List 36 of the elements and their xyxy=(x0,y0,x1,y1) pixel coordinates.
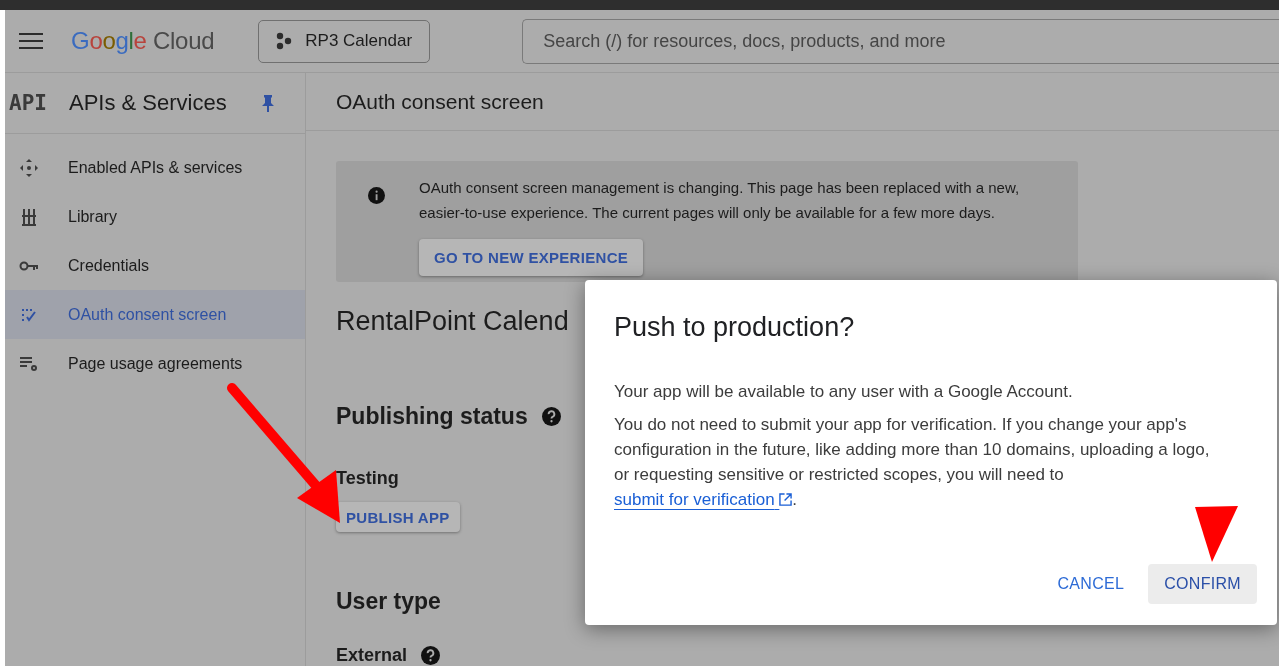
dialog-text: You do not need to submit your app for verification. If you change your app's configuration in the future, like adding more than 10 domains, uploading a logo, or requesting sensitive or restricted scopes, you will need to submit for verification . xyxy=(614,414,1211,511)
dialog-title: Push to production? xyxy=(614,312,856,343)
section-heading: User type xyxy=(336,588,441,615)
key-icon xyxy=(19,259,39,272)
api-label: API xyxy=(9,91,48,115)
nav-item[interactable]: Page usage agreements xyxy=(5,339,305,388)
confirm-button[interactable]: CONFIRM xyxy=(1148,564,1257,604)
project-icon xyxy=(275,32,294,50)
logo[interactable]: Google Cloud xyxy=(71,27,215,55)
info-icon xyxy=(368,187,385,204)
library-icon xyxy=(21,207,37,226)
help-icon[interactable] xyxy=(541,407,561,426)
app-name: RentalPoint Calend xyxy=(336,306,569,337)
dialog-text: Your app will be available to any user with a Google Account. xyxy=(614,381,1074,403)
pointer-arrowhead xyxy=(1195,506,1238,562)
notice-text: OAuth consent screen management is changing. This page has been replaced with a new, easier-to-use experience. The current pages will only be available for a few more days. xyxy=(419,178,1021,223)
project-picker[interactable]: RP3 Calendar xyxy=(258,19,431,63)
publish-button[interactable]: PUBLISH APP xyxy=(336,502,460,532)
page-title: OAuth consent screen xyxy=(336,89,544,114)
nav-item[interactable]: Credentials xyxy=(5,241,305,290)
new-experience-button[interactable]: GO TO NEW EXPERIENCE xyxy=(419,239,644,276)
dotted-check-icon xyxy=(21,306,37,323)
diamond-dots-icon xyxy=(20,158,38,177)
list-gear-icon xyxy=(19,355,39,372)
nav-item[interactable]: Enabled APIs & services xyxy=(5,143,305,192)
user-type-value: External xyxy=(336,645,408,666)
verification-link[interactable]: submit for verification xyxy=(614,490,793,509)
pin-icon[interactable] xyxy=(261,94,275,112)
help-icon[interactable] xyxy=(421,646,441,665)
section-heading: Publishing status xyxy=(336,403,528,430)
cancel-button[interactable]: CANCEL xyxy=(1041,564,1141,604)
external-link-icon xyxy=(779,493,793,506)
section-title: APIs & Services xyxy=(69,90,228,116)
nav-item[interactable]: Library xyxy=(5,192,305,241)
status-text: Testing xyxy=(336,468,399,489)
search-field[interactable]: Search (/) for resources, docs, products, and more xyxy=(522,18,1279,64)
